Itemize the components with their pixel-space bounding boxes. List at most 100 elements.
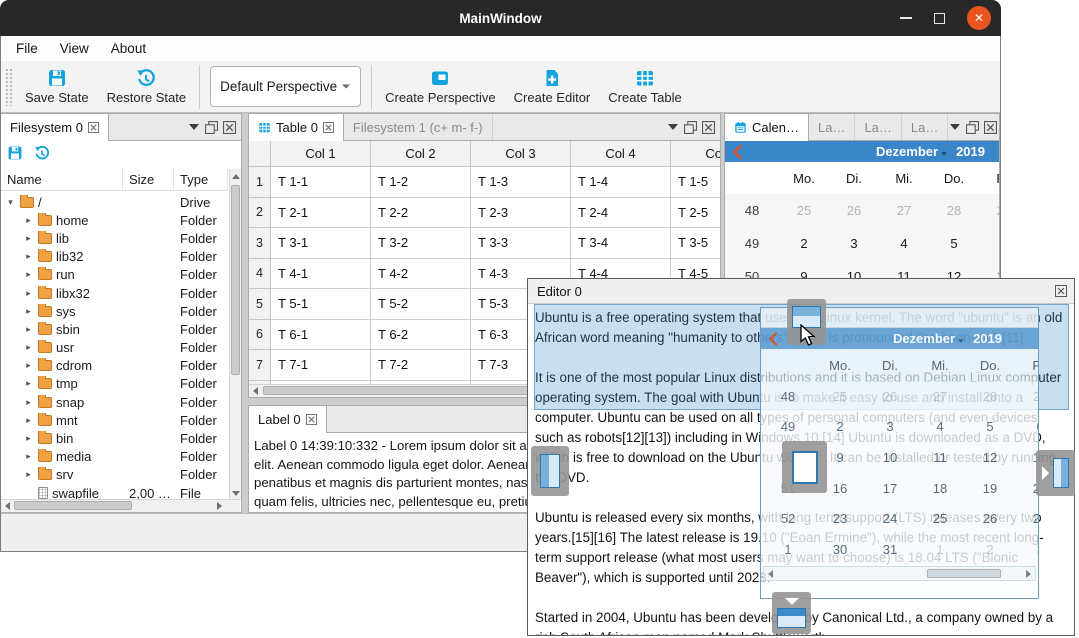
row-header[interactable]: 7 (249, 350, 271, 381)
table-cell[interactable]: T 3-2 (371, 228, 471, 259)
create-table-button[interactable]: Create Table (599, 66, 690, 107)
expander-icon[interactable]: ▸ (23, 342, 34, 353)
editor-close-icon[interactable] (1055, 285, 1074, 297)
drop-indicator-left[interactable] (531, 446, 569, 496)
table-cell[interactable]: T 1-3 (471, 167, 571, 198)
calendar-day[interactable]: 29 (979, 203, 999, 218)
table-cell[interactable]: T 6-2 (371, 320, 471, 351)
menu-item[interactable]: View (49, 41, 100, 56)
dock-close-icon[interactable] (984, 121, 997, 134)
table-cell[interactable]: T 2-1 (271, 198, 371, 229)
calendar-day[interactable]: 4 (879, 236, 929, 251)
tree-row[interactable]: ▸ lib32 Folder (1, 248, 228, 266)
calendar-day[interactable]: 6 (979, 236, 999, 251)
table-cell[interactable]: T 1-2 (371, 167, 471, 198)
table-cell[interactable]: T 1-5 (671, 167, 720, 198)
tree-row[interactable]: ▸ srv Folder (1, 466, 228, 484)
row-header[interactable]: 2 (249, 198, 271, 229)
table-cell[interactable]: T 4-2 (371, 259, 471, 290)
window-titlebar[interactable]: MainWindow ✕ (0, 0, 1001, 36)
tree-row[interactable]: ▸ mnt Folder (1, 411, 228, 429)
expander-icon[interactable]: ▸ (23, 433, 34, 444)
tab-label-0[interactable]: Label 0 (249, 406, 327, 433)
tab-label-collapsed[interactable]: La… (902, 114, 948, 140)
tree-row[interactable]: ▸ cdrom Folder (1, 357, 228, 375)
column-header[interactable]: Col 5 (671, 141, 721, 167)
calendar-day[interactable]: 28 (929, 203, 979, 218)
table-cell[interactable]: T 2-2 (371, 198, 471, 229)
tree-row[interactable]: ▸ usr Folder (1, 339, 228, 357)
table-cell[interactable]: T 4-1 (271, 259, 371, 290)
tree-row[interactable]: ▸ home Folder (1, 211, 228, 229)
tree-row[interactable]: ▸ snap Folder (1, 393, 228, 411)
menu-item[interactable]: About (100, 41, 157, 56)
calendar-day[interactable]: 26 (829, 203, 879, 218)
expander-icon[interactable]: ▸ (23, 324, 34, 335)
expander-icon[interactable]: ▾ (5, 197, 16, 208)
expander-icon[interactable]: ▸ (23, 251, 34, 262)
drop-indicator-center[interactable] (782, 441, 827, 493)
row-header[interactable]: 4 (249, 259, 271, 290)
floppy-icon[interactable] (7, 145, 23, 161)
dock-float-icon[interactable] (684, 121, 697, 134)
expander-icon[interactable]: ▸ (23, 415, 34, 426)
tree-row[interactable]: ▸ bin Folder (1, 429, 228, 447)
tab-close-icon[interactable] (323, 122, 334, 133)
perspective-select[interactable]: Default Perspective (210, 66, 361, 107)
calendar-day[interactable]: 2 (779, 236, 829, 251)
create-perspective-button[interactable]: Create Perspective (376, 66, 505, 107)
col-size[interactable]: Size (123, 169, 174, 190)
calendar-day[interactable]: 27 (879, 203, 929, 218)
row-header[interactable]: 1 (249, 167, 271, 198)
row-header[interactable]: 6 (249, 320, 271, 351)
expander-icon[interactable]: ▸ (23, 378, 34, 389)
toolbar-drag-handle[interactable] (5, 68, 13, 106)
dock-close-icon[interactable] (702, 121, 715, 134)
expander-icon[interactable]: ▸ (23, 360, 34, 371)
tree-row[interactable]: ▸ libx32 Folder (1, 284, 228, 302)
expander-icon[interactable]: ▸ (23, 269, 34, 280)
tab-label-collapsed[interactable]: La… (809, 114, 855, 140)
table-cell[interactable]: T 2-4 (571, 198, 671, 229)
dock-menu-icon[interactable] (666, 121, 679, 134)
tab-close-icon[interactable] (306, 414, 317, 425)
dock-float-icon[interactable] (966, 121, 979, 134)
save-state-button[interactable]: Save State (16, 66, 98, 107)
close-icon[interactable]: ✕ (967, 6, 991, 30)
prev-month-icon[interactable] (732, 145, 742, 159)
calendar-day[interactable]: 25 (779, 203, 829, 218)
expander-icon[interactable]: ▸ (23, 288, 34, 299)
dock-menu-icon[interactable] (187, 121, 200, 134)
tree-row[interactable]: ▸ sys Folder (1, 302, 228, 320)
table-cell[interactable]: T 6-1 (271, 320, 371, 351)
tab-table-0[interactable]: Table 0 (249, 114, 344, 141)
tree-row[interactable]: ▸ tmp Folder (1, 375, 228, 393)
column-header[interactable]: Col 3 (471, 141, 571, 167)
restore-clock-icon[interactable] (34, 145, 50, 161)
table-cell[interactable]: T 7-2 (371, 350, 471, 381)
expander-icon[interactable]: ▸ (23, 451, 34, 462)
table-cell[interactable]: T 1-1 (271, 167, 371, 198)
col-type[interactable]: Type (174, 169, 228, 190)
table-cell[interactable]: T 3-5 (671, 228, 720, 259)
table-cell[interactable]: T 1-4 (571, 167, 671, 198)
drop-indicator-right[interactable] (1036, 450, 1075, 496)
expander-icon[interactable]: ▸ (23, 469, 34, 480)
table-cell[interactable]: T 5-1 (271, 289, 371, 320)
tab-label-collapsed[interactable]: La… (855, 114, 901, 140)
month-select[interactable]: Dezember (876, 144, 947, 159)
row-header[interactable]: 5 (249, 289, 271, 320)
table-cell[interactable]: T 3-3 (471, 228, 571, 259)
table-cell[interactable]: T 2-5 (671, 198, 720, 229)
maximize-icon[interactable] (934, 13, 945, 24)
year-select[interactable]: 2019 (956, 144, 985, 159)
tree-row[interactable]: ▸ run Folder (1, 266, 228, 284)
restore-state-button[interactable]: Restore State (98, 66, 196, 107)
tree-row[interactable]: ▸ sbin Folder (1, 320, 228, 338)
tree-row[interactable]: ▾ / Drive (1, 193, 228, 211)
expander-icon[interactable]: ▸ (23, 215, 34, 226)
tree-vertical-scrollbar[interactable] (229, 169, 241, 501)
tree-horizontal-scrollbar[interactable] (1, 499, 240, 512)
column-header[interactable]: Col 4 (571, 141, 671, 167)
table-cell[interactable]: T 5-2 (371, 289, 471, 320)
